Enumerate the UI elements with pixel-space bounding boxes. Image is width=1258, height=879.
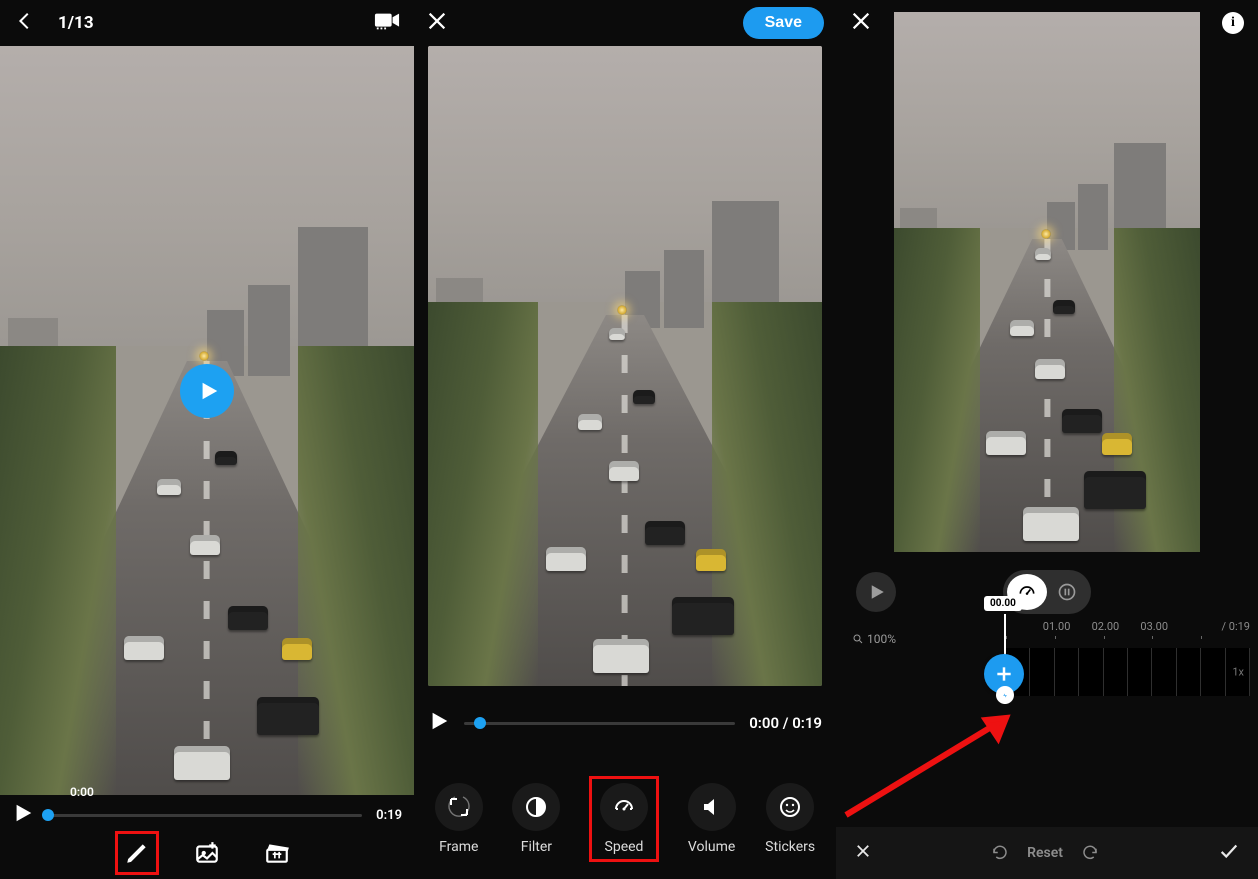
play-button[interactable] [856,572,896,612]
tick-label: 01.00 [1043,620,1071,633]
bolt-badge-icon [996,686,1014,704]
play-button[interactable] [180,364,234,418]
panel2-scrubber: 0:00 / 0:19 [428,700,822,746]
play-icon[interactable] [428,710,450,736]
time-display: 0:00 / 0:19 [749,714,822,732]
tool-frame[interactable]: Frame [435,783,483,855]
duration-label: 0:19 [376,808,402,823]
tool-stickers[interactable]: Stickers [765,783,815,855]
current-time-label: 0:00 [70,785,94,799]
add-speed-point-button[interactable] [984,654,1024,694]
tool-label: Filter [521,839,552,855]
panel1-header: 1/13 [0,0,414,46]
panel-speed: i 100% 01.00 02.00 0 [836,0,1258,879]
tool-label: Volume [688,839,735,855]
seek-track[interactable] [48,814,362,817]
zoom-indicator[interactable]: 100% [852,632,896,646]
speed-preview[interactable] [894,12,1200,552]
tool-label: Stickers [765,839,815,855]
annotation-arrow [836,700,1036,820]
gopro-icon[interactable] [374,10,400,37]
timeline-lane[interactable]: 1x [1006,648,1250,696]
play-icon[interactable] [12,802,34,828]
timeline-duration: / 0:19 [1222,620,1251,633]
tool-speed[interactable]: Speed [590,777,658,861]
panel3-controls [836,568,1258,616]
save-button[interactable]: Save [743,7,824,39]
undo-button[interactable] [991,842,1009,864]
tool-volume[interactable]: Volume [688,783,736,855]
panel2-toolbar: Frame Filter Speed Volume Stickers [414,769,836,869]
panel1-toolbar [0,827,414,879]
back-icon[interactable] [14,10,36,37]
redo-button[interactable] [1081,842,1099,864]
speed-timeline[interactable]: 01.00 02.00 03.00 / 0:19 1x [1006,620,1250,710]
clapboard-button[interactable] [262,838,292,868]
tick-label: 03.00 [1140,620,1168,633]
add-photo-button[interactable] [192,838,222,868]
panel-gallery: 1/13 0:00 0:19 [0,0,414,879]
seek-knob[interactable] [474,717,486,729]
tool-label: Speed [605,839,644,855]
cancel-button[interactable] [854,842,872,864]
speed-multiplier-label: 1x [1232,666,1244,679]
seek-knob[interactable] [42,809,54,821]
close-icon[interactable] [426,10,448,36]
edit-button[interactable] [122,838,152,868]
close-icon[interactable] [850,10,872,36]
tool-filter[interactable]: Filter [512,783,560,855]
tick-label: 02.00 [1092,620,1120,633]
editor-preview[interactable] [428,46,822,686]
info-icon[interactable]: i [1222,12,1244,34]
panel3-footer: Reset [836,827,1258,879]
timeline-ticks: 01.00 02.00 03.00 [1006,620,1250,636]
video-preview[interactable] [0,46,414,795]
media-counter: 1/13 [58,13,94,33]
confirm-button[interactable] [1218,840,1240,866]
zoom-value: 100% [867,632,896,646]
reset-button[interactable]: Reset [1027,845,1063,861]
speed-mode-freeze[interactable] [1047,574,1087,610]
panel2-header: Save [414,0,836,46]
tool-label: Frame [439,839,478,855]
panel-editor: Save 0:00 / 0:19 Frame Filter Speed [414,0,836,879]
playhead[interactable] [1004,614,1006,704]
panel3-header: i [836,0,1258,46]
seek-track[interactable] [464,722,735,725]
